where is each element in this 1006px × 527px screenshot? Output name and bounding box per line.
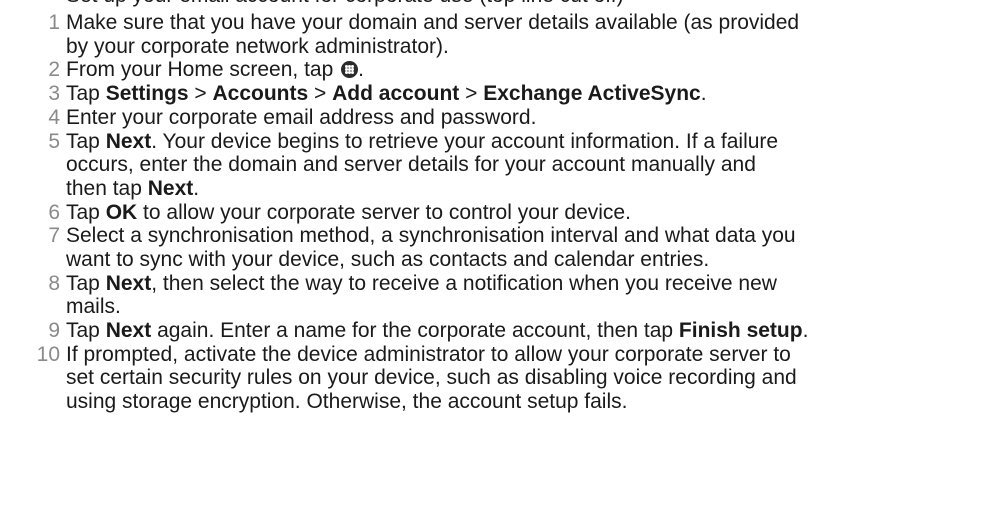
step-text-segment: If prompted, activate the device adminis…	[66, 342, 791, 366]
step-line: Tap OK to allow your corporate server to…	[66, 201, 631, 225]
step-text-segment: Tap	[66, 271, 106, 295]
step-number: 3	[48, 82, 60, 106]
step-text-segment: >	[459, 82, 484, 106]
step-line: Make sure that you have your domain and …	[66, 11, 799, 35]
step-text-segment: , then select the way to receive a notif…	[151, 271, 777, 295]
step-item: 10 If prompted, activate the device admin…	[0, 343, 1006, 414]
step-text-segment: Tap	[66, 82, 106, 106]
step-text-segment: >	[188, 82, 213, 106]
step-text-segment: using storage encryption. Otherwise, the…	[66, 390, 628, 414]
step-text-segment: mails.	[66, 295, 121, 319]
step-text-segment: . Your device begins to retrieve your ac…	[151, 129, 779, 153]
step-item: 9 Tap Next again. Enter a name for the co…	[0, 319, 1006, 343]
cut-off-line-above: Set up your email account for corporate …	[66, 0, 996, 8]
ui-term: Add account	[332, 82, 460, 106]
step-text-segment: .	[193, 176, 200, 200]
step-item: 4 Enter your corporate email address and …	[0, 106, 1006, 130]
step-text-segment: .	[802, 319, 809, 343]
step-number: 7	[48, 224, 60, 248]
step-text-segment: occurs, enter the domain and server deta…	[66, 153, 756, 177]
step-text-segment: From your Home screen, tap	[66, 58, 340, 82]
step-line: Tap Next again. Enter a name for the cor…	[66, 319, 808, 343]
ui-term: Next	[147, 176, 194, 200]
step-number: 9	[48, 319, 60, 343]
step-text-segment: to allow your corporate server to contro…	[137, 200, 631, 224]
step-number: 1	[48, 11, 60, 34]
step-item: 3 Tap Settings > Accounts > Add account >…	[0, 82, 1006, 106]
step-text-segment: Enter your corporate email address and p…	[66, 105, 537, 129]
step-number: 2	[48, 58, 60, 82]
step-text-segment: .	[700, 82, 707, 106]
step-text-segment: Tap	[66, 319, 106, 343]
step-text-segment: Select a synchronisation method, a synch…	[66, 224, 796, 248]
step-text-segment: >	[308, 82, 333, 106]
step-item: 6 Tap OK to allow your corporate server t…	[0, 201, 1006, 225]
step-item: 5 Tap Next. Your device begins to retriev…	[0, 130, 1006, 201]
step-line: Tap Next. Your device begins to retrieve…	[66, 130, 778, 154]
ui-term: Finish setup	[678, 319, 803, 343]
step-item: 8 Tap Next, then select the way to receiv…	[0, 272, 1006, 319]
ui-term: Settings	[105, 82, 189, 106]
ui-term: Exchange ActiveSync	[483, 82, 701, 106]
ui-term: Next	[105, 129, 152, 153]
ui-term: OK	[105, 200, 138, 224]
step-line: Select a synchronisation method, a synch…	[66, 224, 796, 248]
step-line: Tap Next, then select the way to receive…	[66, 272, 777, 296]
step-line: If prompted, activate the device adminis…	[66, 343, 791, 367]
ui-term: Next	[105, 319, 152, 343]
step-line: occurs, enter the domain and server deta…	[66, 153, 756, 177]
step-item: 7 Select a synchronisation method, a sync…	[0, 224, 1006, 271]
step-line: mails.	[66, 295, 121, 319]
step-text-segment: Tap	[66, 129, 106, 153]
step-line: Tap Settings > Accounts > Add account > …	[66, 82, 707, 106]
step-line: using storage encryption. Otherwise, the…	[66, 390, 627, 414]
step-text-segment: Make sure that you have your domain and …	[66, 11, 800, 34]
step-number: 10	[36, 342, 60, 366]
step-line: Enter your corporate email address and p…	[66, 106, 536, 130]
step-text-segment: set certain security rules on your devic…	[66, 366, 797, 390]
step-item: 1 Make sure that you have your domain and…	[0, 11, 1006, 58]
ui-term: Accounts	[212, 82, 309, 106]
step-number: 8	[48, 271, 60, 295]
step-text-segment: then tap	[66, 176, 148, 200]
step-line: then tap Next.	[66, 177, 199, 201]
step-text-segment: by your corporate network administrator)…	[66, 34, 449, 58]
step-text-segment: want to sync with your device, such as c…	[66, 247, 710, 271]
step-item: 2 From your Home screen, tap .	[0, 58, 1006, 82]
step-number: 4	[48, 105, 60, 129]
step-line: want to sync with your device, such as c…	[66, 248, 709, 272]
instruction-steps: Set up your email account for corporate …	[0, 0, 1006, 527]
step-text-segment: Tap	[66, 200, 106, 224]
step-line: set certain security rules on your devic…	[66, 366, 797, 390]
step-number: 6	[48, 200, 60, 224]
apps-icon	[341, 61, 359, 79]
step-text-segment: again. Enter a name for the corporate ac…	[151, 319, 679, 343]
ui-term: Next	[105, 271, 152, 295]
step-line: by your corporate network administrator)…	[66, 35, 449, 59]
step-text-segment: .	[358, 58, 364, 82]
step-line: From your Home screen, tap .	[66, 58, 364, 82]
step-number: 5	[48, 129, 60, 153]
